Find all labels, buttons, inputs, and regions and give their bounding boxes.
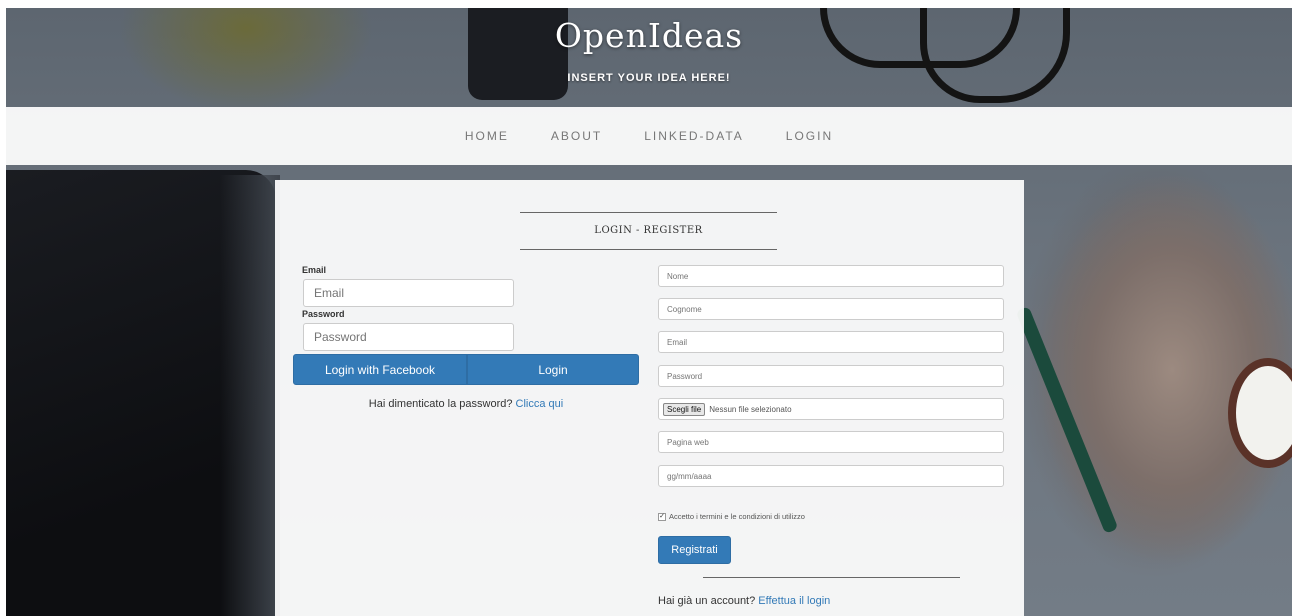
section-title: LOGIN - REGISTER [520,212,777,250]
file-status: Nessun file selezionato [709,404,792,414]
have-account: Hai già un account? Effettua il login [658,595,830,607]
choose-file-button[interactable]: Scegli file [663,402,706,416]
register-web-input[interactable] [658,431,1004,453]
main-nav: HOME ABOUT LINKED-DATA LOGIN [6,107,1292,165]
register-date-input[interactable] [658,465,1004,487]
login-facebook-button[interactable]: Login with Facebook [293,354,467,385]
register-email-input[interactable] [658,331,1004,353]
register-button[interactable]: Registrati [658,536,731,564]
forgot-password-link[interactable]: Clicca qui [516,398,564,410]
nav-home[interactable]: HOME [465,129,509,143]
login-button-group: Login with Facebook Login [293,354,639,385]
have-account-text: Hai già un account? [658,595,756,607]
register-cognome-input[interactable] [658,298,1004,320]
site-tagline: INSERT YOUR IDEA HERE! [567,72,731,84]
terms-label: Accetto i termini e le condizioni di uti… [669,512,805,521]
terms-checkbox[interactable]: ✓ [658,512,666,521]
nav-linked-data[interactable]: LINKED-DATA [644,129,744,143]
email-label: Email [302,265,327,275]
background-notebook-edge [220,175,280,616]
terms-row: ✓ Accetto i termini e le condizioni di u… [658,512,805,521]
site-header: OpenIdeas INSERT YOUR IDEA HERE! [6,8,1292,107]
register-divider [703,577,960,578]
nav-about[interactable]: ABOUT [551,129,602,143]
forgot-password-text: Hai dimenticato la password? [368,398,513,410]
forgot-password: Hai dimenticato la password? Clicca qui [293,398,639,410]
site-logo[interactable]: OpenIdeas [6,16,1292,55]
login-password-input[interactable] [303,323,514,351]
login-register-panel: LOGIN - REGISTER Email Password Login wi… [275,180,1024,616]
password-label: Password [302,309,345,319]
register-nome-input[interactable] [658,265,1004,287]
login-button[interactable]: Login [467,354,639,385]
have-account-login-link[interactable]: Effettua il login [758,595,830,607]
nav-login[interactable]: LOGIN [786,129,833,143]
register-password-input[interactable] [658,365,1004,387]
login-email-input[interactable] [303,279,514,307]
register-file-input[interactable]: Scegli file Nessun file selezionato [658,398,1004,420]
